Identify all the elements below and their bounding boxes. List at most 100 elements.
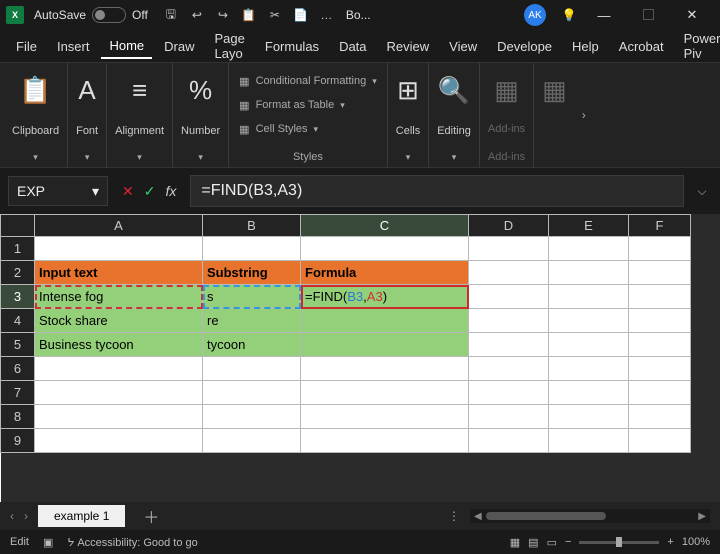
cell[interactable]	[469, 285, 549, 309]
clipboard-group[interactable]: 📋 Clipboard ▾	[4, 63, 68, 167]
cell[interactable]	[35, 381, 203, 405]
col-header-a[interactable]: A	[35, 215, 203, 237]
row-header[interactable]: 6	[1, 357, 35, 381]
expand-formula-bar-icon[interactable]: ⌵	[692, 184, 712, 199]
row-header[interactable]: 8	[1, 405, 35, 429]
tab-data[interactable]: Data	[331, 35, 374, 58]
view-page-layout-icon[interactable]: ▤	[528, 536, 538, 549]
accessibility-status[interactable]: ᔭ Accessibility: Good to go	[67, 536, 197, 549]
font-group[interactable]: A Font ▾	[68, 63, 107, 167]
cell[interactable]	[469, 237, 549, 261]
cell[interactable]	[549, 357, 629, 381]
cell-a2[interactable]: Input text	[35, 261, 203, 285]
cell[interactable]	[203, 381, 301, 405]
number-group[interactable]: % Number ▾	[173, 63, 229, 167]
sheet-menu-icon[interactable]: ⋮	[448, 509, 460, 523]
scrollbar-thumb[interactable]	[486, 512, 606, 520]
cell[interactable]	[35, 237, 203, 261]
editing-group[interactable]: 🔍 Editing ▾	[429, 63, 480, 167]
tab-page-layout[interactable]: Page Layo	[207, 27, 253, 65]
fx-icon[interactable]: fx	[165, 183, 176, 199]
cell[interactable]	[203, 357, 301, 381]
tab-formulas[interactable]: Formulas	[257, 35, 327, 58]
cell[interactable]	[549, 237, 629, 261]
cell-styles-button[interactable]: ▦Cell Styles ▾	[239, 117, 318, 141]
paste-icon[interactable]: 📋	[236, 2, 262, 28]
cell-c3-active[interactable]: =FIND(B3,A3)	[301, 285, 469, 309]
cell[interactable]	[301, 405, 469, 429]
tab-home[interactable]: Home	[101, 34, 152, 59]
view-page-break-icon[interactable]: ▭	[547, 536, 557, 549]
cell[interactable]	[629, 429, 691, 453]
row-header[interactable]: 3	[1, 285, 35, 309]
tab-review[interactable]: Review	[379, 35, 438, 58]
tab-power-pivot[interactable]: Power Piv	[676, 27, 720, 65]
name-box[interactable]: EXP ▾	[8, 176, 108, 206]
cell[interactable]	[549, 429, 629, 453]
tab-insert[interactable]: Insert	[49, 35, 98, 58]
zoom-out-icon[interactable]: −	[565, 536, 571, 548]
ribbon-scroll-right-icon[interactable]: ›	[575, 63, 593, 167]
zoom-in-icon[interactable]: +	[667, 536, 673, 548]
row-header[interactable]: 7	[1, 381, 35, 405]
cell[interactable]	[203, 405, 301, 429]
cell[interactable]	[549, 405, 629, 429]
cell[interactable]	[549, 261, 629, 285]
zoom-level[interactable]: 100%	[682, 536, 710, 548]
analyze-group[interactable]: ▦	[534, 63, 575, 167]
cell[interactable]	[469, 357, 549, 381]
cell[interactable]	[469, 429, 549, 453]
accept-formula-icon[interactable]: ✓	[144, 183, 156, 200]
view-normal-icon[interactable]: ▦	[510, 536, 520, 549]
col-header-e[interactable]: E	[549, 215, 629, 237]
cell-c5[interactable]	[301, 333, 469, 357]
cell-a5[interactable]: Business tycoon	[35, 333, 203, 357]
row-header[interactable]: 1	[1, 237, 35, 261]
cell[interactable]	[35, 429, 203, 453]
row-header[interactable]: 5	[1, 333, 35, 357]
cell[interactable]	[469, 381, 549, 405]
scroll-left-icon[interactable]: ◀	[474, 511, 482, 522]
undo-icon[interactable]: ↩	[184, 2, 210, 28]
save-icon[interactable]: 🖫	[158, 2, 184, 28]
tab-help[interactable]: Help	[564, 35, 607, 58]
cell[interactable]	[301, 357, 469, 381]
row-header[interactable]: 4	[1, 309, 35, 333]
select-all-corner[interactable]	[1, 215, 35, 237]
window-close-button[interactable]: ✕	[670, 7, 714, 23]
cell[interactable]	[203, 237, 301, 261]
cell[interactable]	[35, 357, 203, 381]
col-header-d[interactable]: D	[469, 215, 549, 237]
cell[interactable]	[469, 333, 549, 357]
lightbulb-icon[interactable]: 💡	[556, 2, 582, 28]
addins-group[interactable]: ▦ Add-ins Add-ins	[480, 63, 534, 167]
cell[interactable]	[301, 381, 469, 405]
row-header[interactable]: 2	[1, 261, 35, 285]
cell[interactable]	[35, 405, 203, 429]
window-maximize-button[interactable]	[626, 8, 670, 23]
tab-developer[interactable]: Develope	[489, 35, 560, 58]
conditional-formatting-button[interactable]: ▦Conditional Formatting ▾	[239, 69, 377, 93]
horizontal-scrollbar[interactable]: ◀ ▶	[470, 509, 710, 523]
cell[interactable]	[469, 405, 549, 429]
zoom-slider[interactable]	[579, 541, 659, 544]
cell[interactable]	[549, 333, 629, 357]
autosave-toggle[interactable]: AutoSave Off	[34, 7, 148, 23]
cell[interactable]	[549, 381, 629, 405]
col-header-c[interactable]: C	[301, 215, 469, 237]
cell[interactable]	[629, 381, 691, 405]
more-quick-access-icon[interactable]: …	[314, 2, 340, 28]
cell-b3[interactable]: s	[203, 285, 301, 309]
macro-record-icon[interactable]: ▣	[43, 536, 53, 549]
tab-file[interactable]: File	[8, 35, 45, 58]
cells-group[interactable]: ⊞ Cells ▾	[388, 63, 429, 167]
col-header-b[interactable]: B	[203, 215, 301, 237]
row-header[interactable]: 9	[1, 429, 35, 453]
user-avatar[interactable]: AK	[524, 4, 546, 26]
cell[interactable]	[469, 309, 549, 333]
col-header-f[interactable]: F	[629, 215, 691, 237]
alignment-group[interactable]: ≡ Alignment ▾	[107, 63, 173, 167]
tab-draw[interactable]: Draw	[156, 35, 202, 58]
cell[interactable]	[629, 261, 691, 285]
copy-icon[interactable]: 📄	[288, 2, 314, 28]
